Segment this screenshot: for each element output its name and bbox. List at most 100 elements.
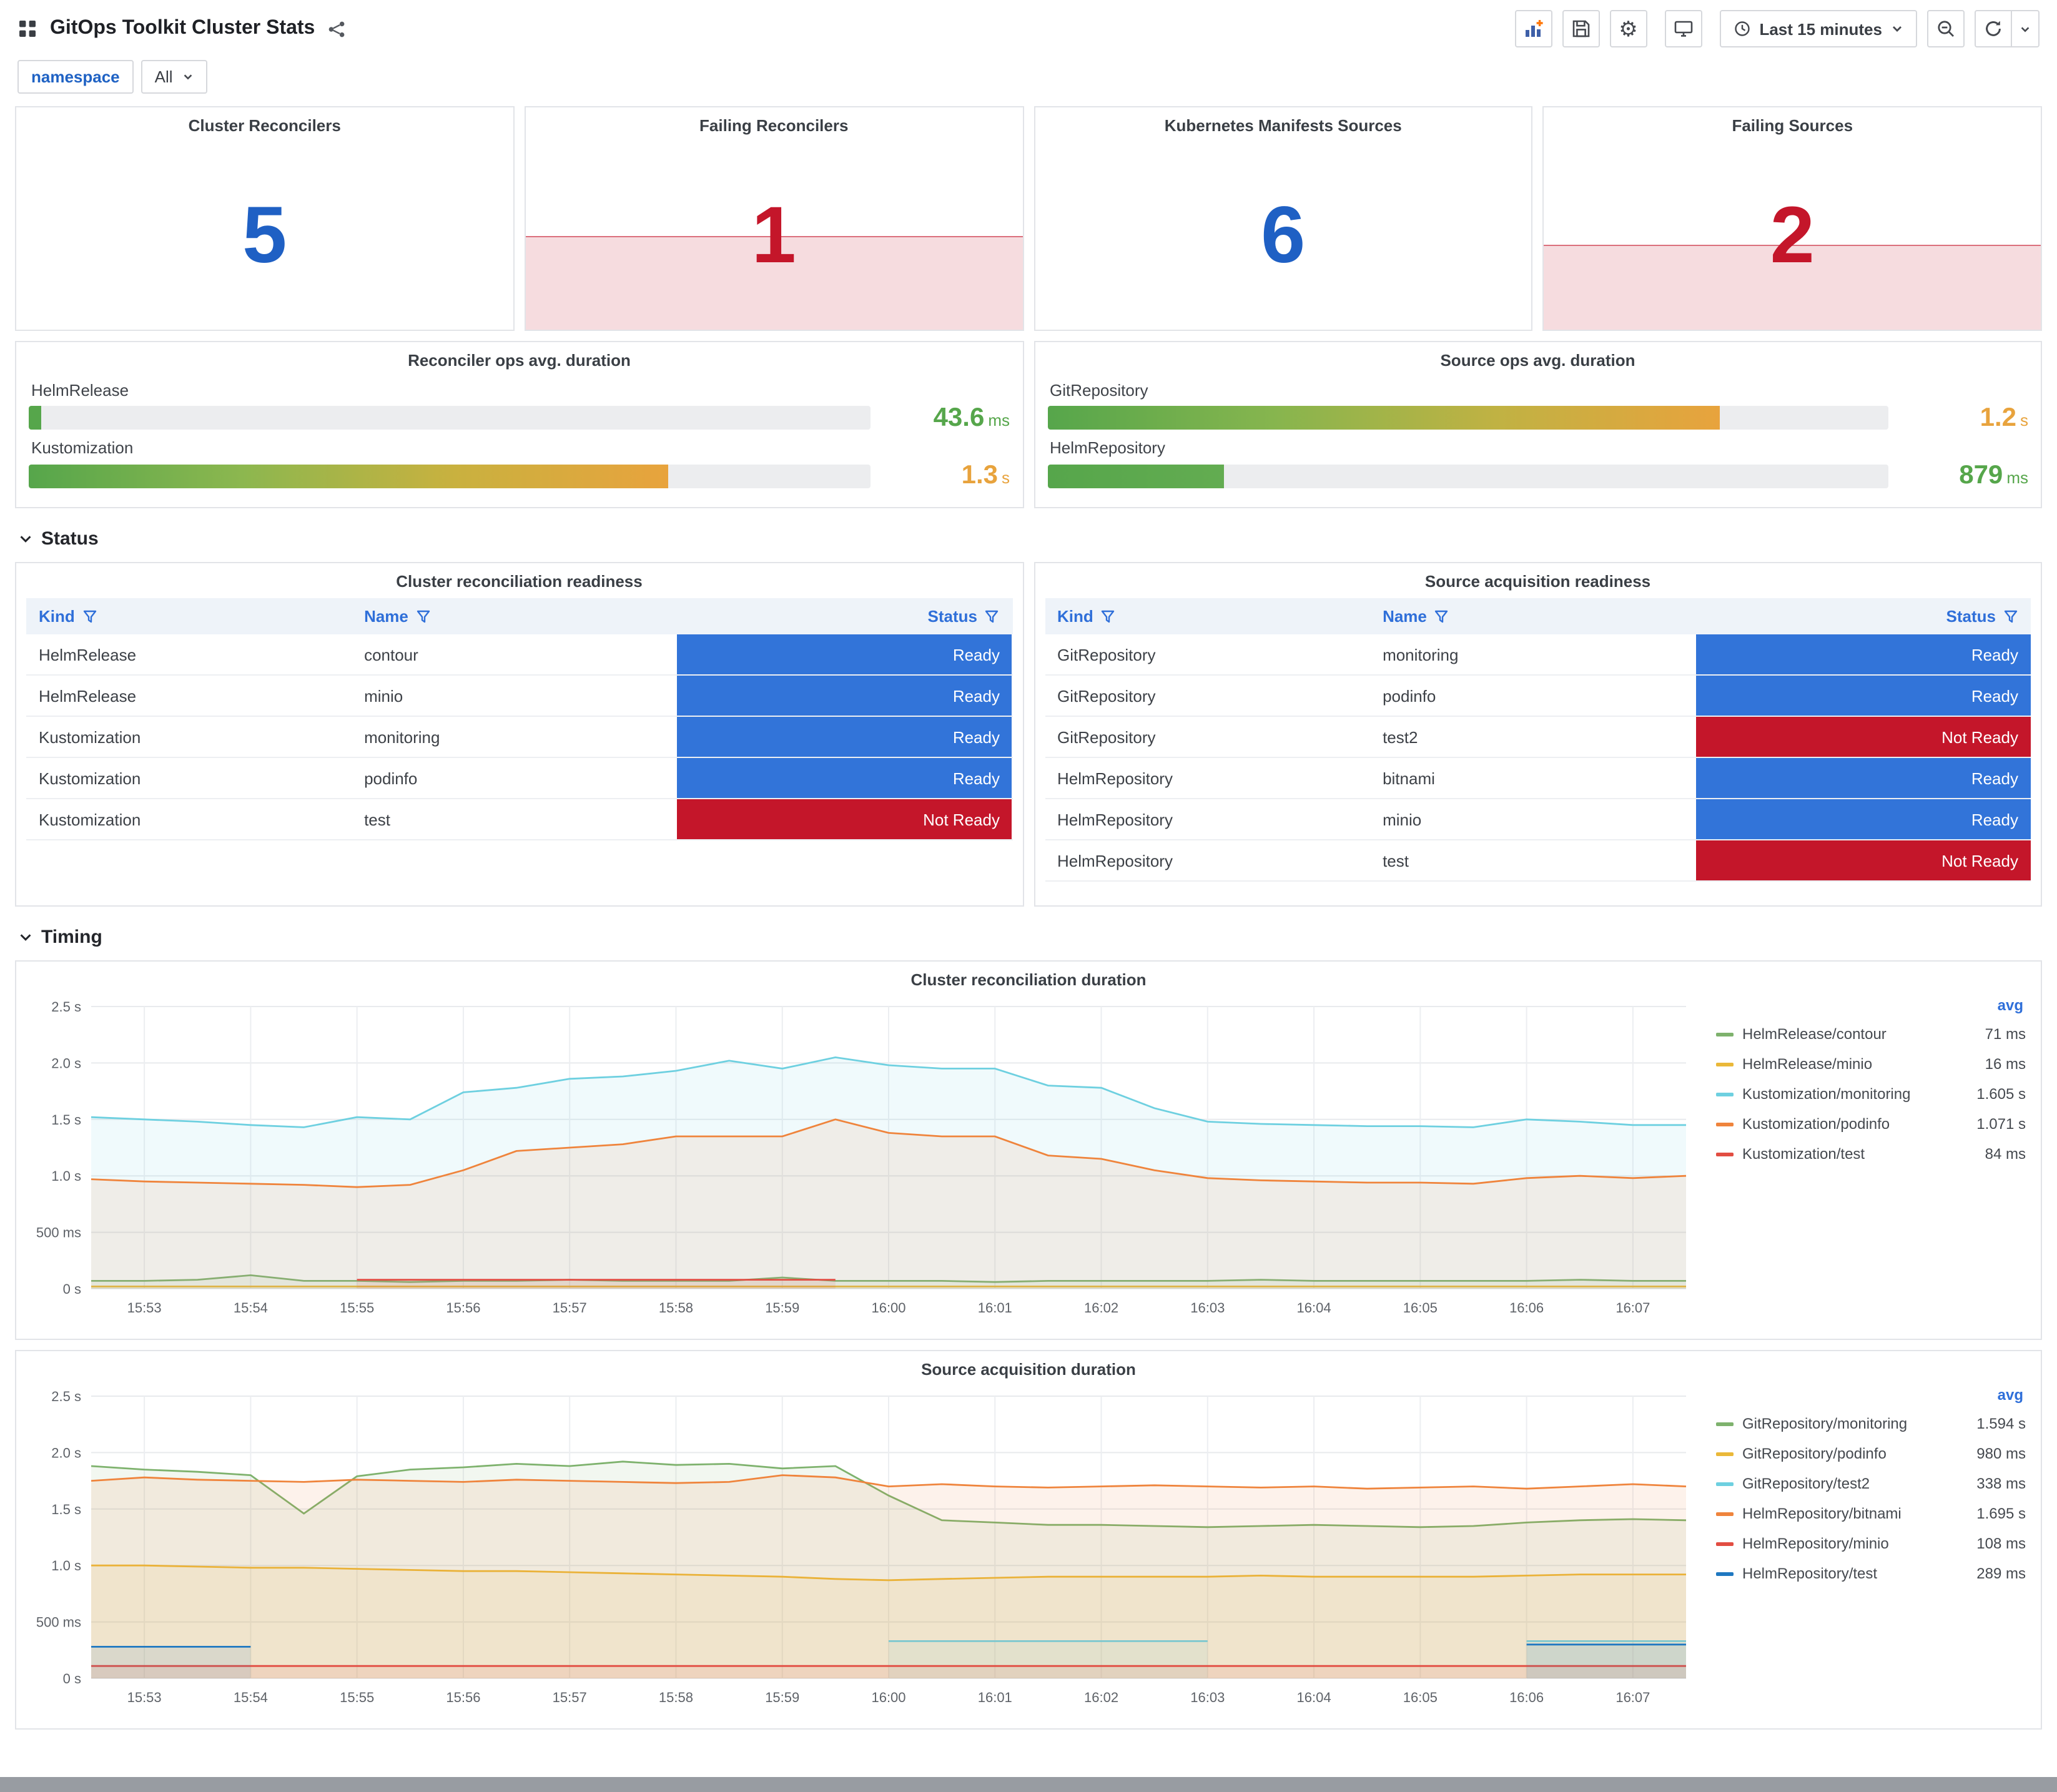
save-icon — [1572, 20, 1589, 37]
stat-panel-manifest-sources: Kubernetes Manifests Sources 6 — [1033, 106, 1533, 331]
table-body: GitRepository monitoring Ready GitRepositor… — [1045, 634, 2031, 882]
svg-text:16:02: 16:02 — [1084, 1300, 1118, 1316]
svg-text:2.5 s: 2.5 s — [51, 999, 81, 1015]
gauge-value: 1.3 s — [882, 461, 1010, 491]
add-panel-icon — [1525, 20, 1543, 37]
cell-status: Ready — [677, 634, 1012, 674]
legend-item[interactable]: HelmRelease/contour 71 ms — [1716, 1019, 2026, 1049]
filter-icon — [1102, 609, 1115, 623]
cell-status: Ready — [1695, 758, 2031, 798]
gauge-value-number: 43.6 — [933, 403, 985, 432]
column-header-name[interactable]: Name — [352, 598, 677, 634]
panel-title[interactable]: Cluster reconciliation duration — [16, 962, 2041, 994]
row-header-status[interactable]: Status — [15, 518, 2042, 552]
series-color-icon — [1716, 1542, 1734, 1545]
svg-text:15:59: 15:59 — [765, 1300, 799, 1316]
legend-sort-avg[interactable]: avg — [1716, 994, 2026, 1019]
panel-title[interactable]: Cluster reconciliation readiness — [16, 563, 1022, 596]
cell-name: test — [364, 810, 390, 829]
filter-icon — [417, 609, 430, 623]
share-icon[interactable] — [327, 19, 346, 38]
legend-item[interactable]: Kustomization/monitoring 1.605 s — [1716, 1079, 2026, 1109]
svg-text:500 ms: 500 ms — [36, 1225, 81, 1241]
legend-item[interactable]: GitRepository/podinfo 980 ms — [1716, 1439, 2026, 1469]
column-header-status[interactable]: Status — [1695, 598, 2031, 634]
svg-text:15:55: 15:55 — [340, 1690, 374, 1705]
gauge-value-unit: s — [1002, 468, 1010, 488]
cell-name: test2 — [1383, 727, 1418, 746]
legend-item[interactable]: GitRepository/monitoring 1.594 s — [1716, 1409, 2026, 1439]
table-header: Kind Name Status — [1045, 598, 2031, 634]
table-row: HelmRepository test Not Ready — [1045, 840, 2031, 882]
save-dashboard-button[interactable] — [1562, 10, 1600, 47]
cell-kind: GitRepository — [1057, 645, 1156, 664]
cell-name: contour — [364, 645, 418, 664]
refresh-button[interactable] — [1975, 10, 2012, 47]
panel-title[interactable]: Reconciler ops avg. duration — [16, 342, 1022, 375]
series-color-icon — [1716, 1062, 1734, 1066]
column-header-kind[interactable]: Kind — [26, 598, 352, 634]
cell-kind: HelmRepository — [1057, 810, 1173, 829]
time-range-picker[interactable]: Last 15 minutes — [1719, 10, 1917, 47]
chevron-down-icon — [20, 536, 31, 543]
svg-text:15:59: 15:59 — [765, 1690, 799, 1705]
series-name: HelmRepository/bitnami — [1742, 1505, 1902, 1522]
panel-title[interactable]: Source acquisition duration — [16, 1351, 2041, 1384]
variable-label-namespace: namespace — [17, 60, 134, 94]
table-panel-source-readiness: Source acquisition readiness Kind Name S… — [1033, 562, 2042, 907]
series-avg-value: 16 ms — [1985, 1055, 2026, 1073]
svg-text:16:03: 16:03 — [1190, 1300, 1225, 1316]
zoom-out-button[interactable] — [1927, 10, 1965, 47]
series-name: Kustomization/test — [1742, 1145, 1865, 1163]
panel-title[interactable]: Failing Sources — [1544, 107, 2041, 140]
legend-item[interactable]: Kustomization/test 84 ms — [1716, 1139, 2026, 1169]
cell-name: monitoring — [1383, 645, 1459, 664]
gauge-row: Kustomization 1.3 s — [29, 439, 1010, 491]
table-row: HelmRepository minio Ready — [1045, 799, 2031, 840]
legend-item[interactable]: Kustomization/podinfo 1.071 s — [1716, 1109, 2026, 1139]
chart-legend: avg GitRepository/monitoring 1.594 s GitRep… — [1711, 1384, 2036, 1726]
panel-title[interactable]: Source acquisition readiness — [1035, 563, 2041, 596]
column-header-status[interactable]: Status — [677, 598, 1012, 634]
series-name: GitRepository/podinfo — [1742, 1445, 1887, 1462]
svg-text:15:53: 15:53 — [127, 1300, 162, 1316]
filter-icon — [83, 609, 96, 623]
row-header-timing[interactable]: Timing — [15, 917, 2042, 950]
legend-item[interactable]: GitRepository/test2 338 ms — [1716, 1469, 2026, 1499]
dashboard-settings-button[interactable]: ⚙ — [1609, 10, 1647, 47]
chevron-down-icon — [1893, 26, 1902, 32]
legend-sort-avg[interactable]: avg — [1716, 1384, 2026, 1409]
refresh-icon — [1986, 21, 2001, 36]
panel-title[interactable]: Cluster Reconcilers — [16, 107, 513, 140]
legend-item[interactable]: HelmRepository/bitnami 1.695 s — [1716, 1499, 2026, 1529]
stat-value: 1 — [751, 190, 796, 280]
series-color-icon — [1716, 1482, 1734, 1485]
cell-kind: GitRepository — [1057, 686, 1156, 705]
legend-item[interactable]: HelmRepository/test 289 ms — [1716, 1558, 2026, 1588]
legend-item[interactable]: HelmRelease/minio 16 ms — [1716, 1049, 2026, 1079]
gauge-value: 43.6 ms — [882, 403, 1010, 433]
add-panel-button[interactable] — [1514, 10, 1552, 47]
cell-kind: HelmRepository — [1057, 769, 1173, 787]
gauge-row: HelmRepository 879 ms — [1047, 439, 2028, 491]
variable-value-dropdown[interactable]: All — [141, 60, 208, 94]
series-avg-value: 84 ms — [1985, 1145, 2026, 1163]
cell-name: minio — [1383, 810, 1422, 829]
tables-row: Cluster reconciliation readiness Kind Na… — [15, 562, 2042, 907]
cell-kind: HelmRepository — [1057, 851, 1173, 870]
cell-name: bitnami — [1383, 769, 1435, 787]
cell-kind: Kustomization — [39, 727, 141, 746]
cell-name: minio — [364, 686, 403, 705]
column-header-name[interactable]: Name — [1370, 598, 1695, 634]
panel-title[interactable]: Kubernetes Manifests Sources — [1035, 107, 1532, 140]
svg-text:16:05: 16:05 — [1403, 1690, 1438, 1705]
gauge-panel-reconciler-ops: Reconciler ops avg. duration HelmRelease… — [15, 341, 1024, 508]
panel-title[interactable]: Source ops avg. duration — [1035, 342, 2041, 375]
series-name: HelmRepository/minio — [1742, 1535, 1889, 1552]
panel-title[interactable]: Failing Reconcilers — [526, 107, 1023, 140]
svg-text:16:01: 16:01 — [978, 1300, 1012, 1316]
column-header-kind[interactable]: Kind — [1045, 598, 1370, 634]
refresh-interval-dropdown[interactable] — [2012, 10, 2040, 47]
cycle-view-button[interactable] — [1664, 10, 1702, 47]
legend-item[interactable]: HelmRepository/minio 108 ms — [1716, 1529, 2026, 1558]
